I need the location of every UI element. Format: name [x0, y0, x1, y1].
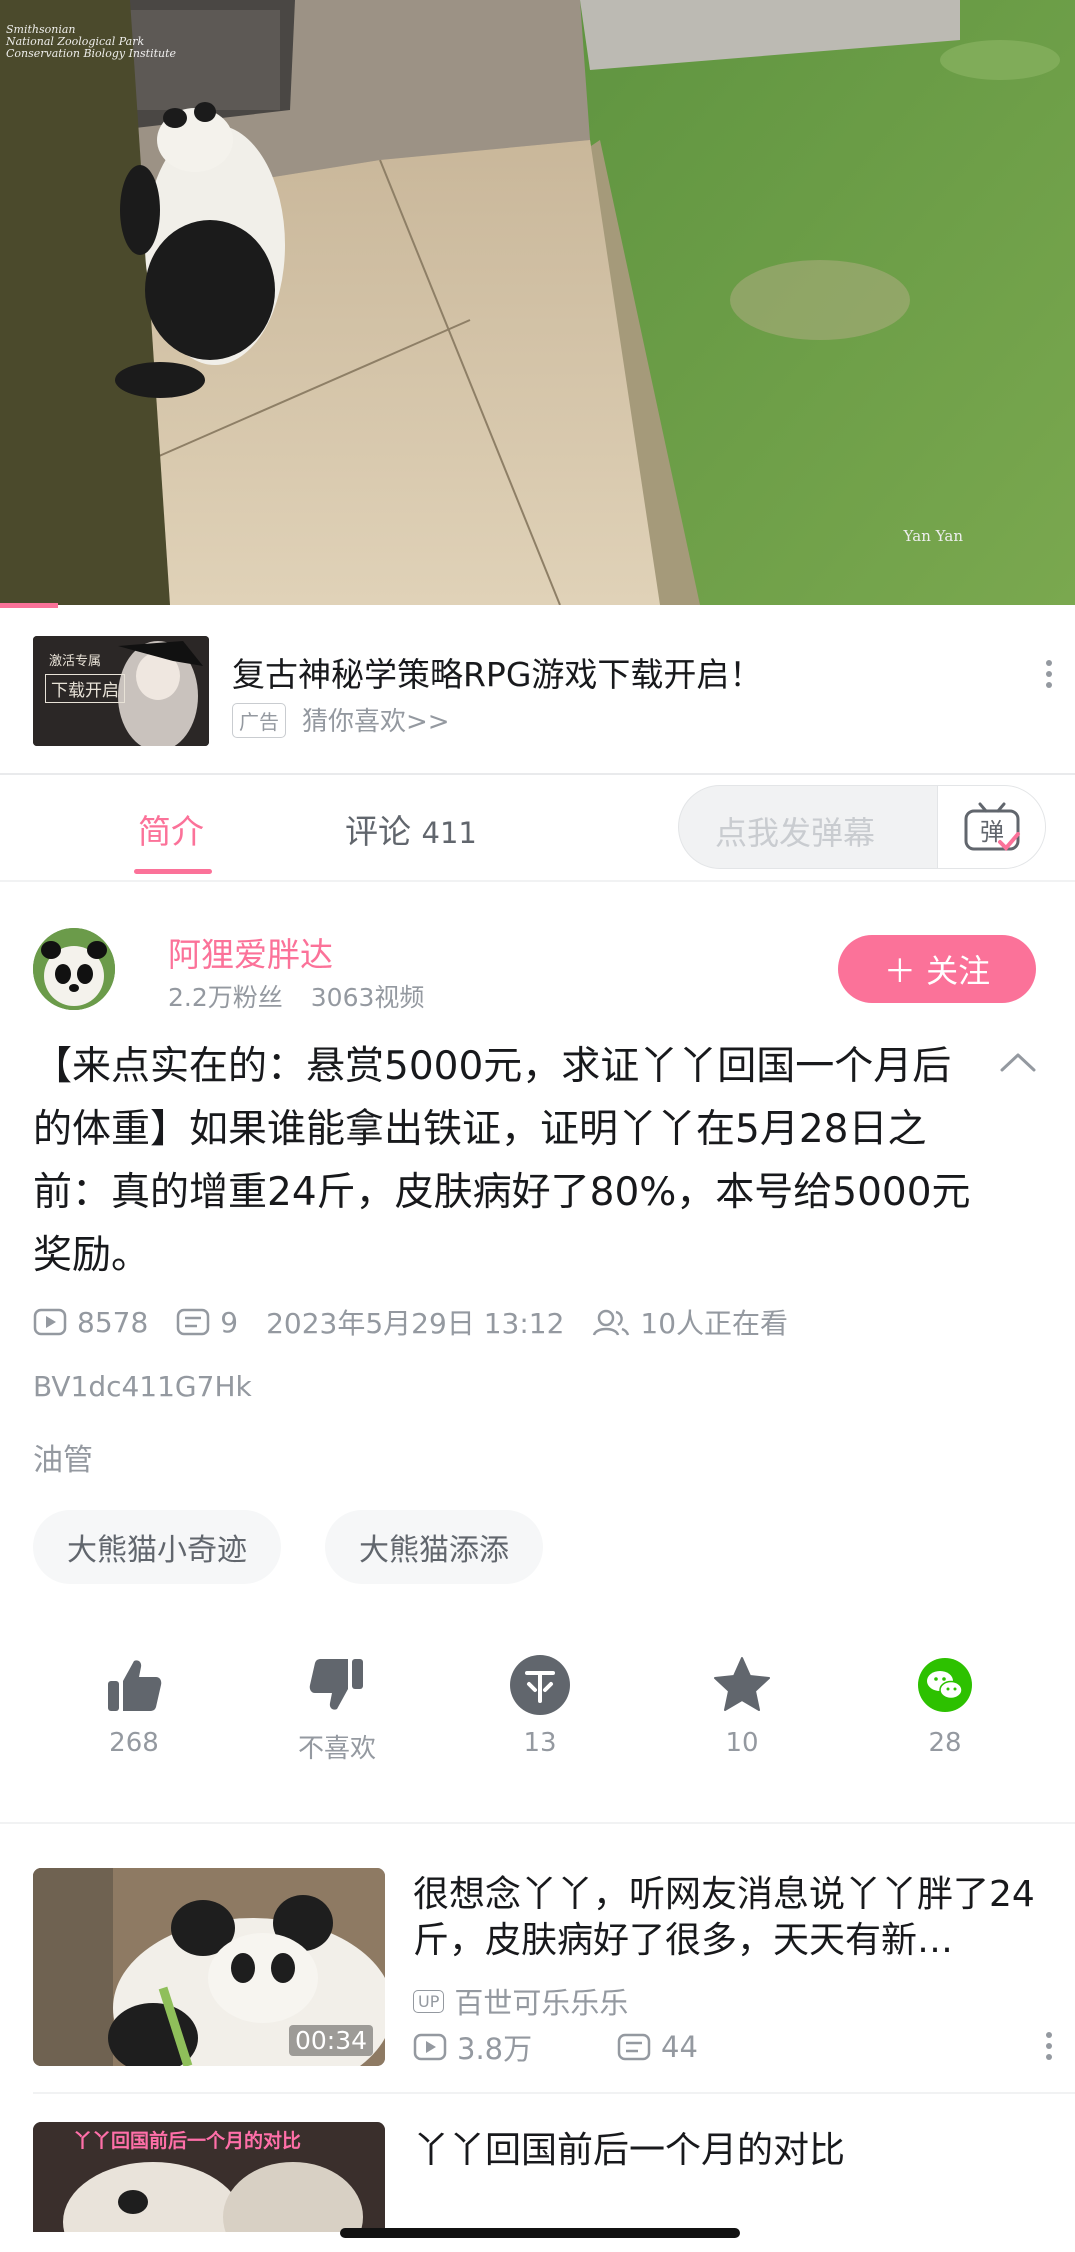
share-button[interactable]: 28 — [875, 1650, 1015, 1758]
zoo-watermark: Smithsonian National Zoological Park Con… — [6, 23, 177, 60]
coin-button[interactable]: 13 — [470, 1650, 610, 1758]
play-count: 8578 — [33, 1306, 148, 1339]
divider — [0, 880, 1075, 882]
divider — [33, 2092, 1075, 2094]
tab-bar: 简介 评论 411 点我发弹幕 弹 — [0, 775, 1075, 880]
danmu-tv-icon: 弹 — [964, 802, 1020, 851]
like-button[interactable]: 268 — [64, 1650, 204, 1758]
dislike-button[interactable]: 不喜欢 — [267, 1650, 407, 1765]
danmu-placeholder: 点我发弹幕 — [715, 814, 876, 852]
play-count-icon — [413, 2033, 447, 2061]
ad-badge: 广告 — [232, 703, 286, 738]
publish-date: 2023年5月29日 13:12 — [266, 1307, 565, 1340]
favorite-button[interactable]: 10 — [672, 1650, 812, 1758]
watching-count: 10人正在看 — [592, 1302, 788, 1342]
coin-icon — [510, 1655, 570, 1715]
tab-intro[interactable]: 简介 — [138, 805, 204, 853]
divider — [0, 1822, 1075, 1824]
uploader-stats: 2.2万粉丝 3063视频 — [168, 978, 452, 1014]
recommended-thumbnail[interactable]: 00:34 — [33, 1868, 385, 2066]
ad-banner[interactable]: 激活专属 下载开启 复古神秘学策略RPG游戏下载开启！ 广告 猜你喜欢>> — [0, 608, 1075, 773]
video-duration: 00:34 — [288, 2025, 373, 2056]
recommended-uploader[interactable]: UP 百世可乐乐乐 — [413, 1980, 628, 2022]
ad-thumbnail[interactable]: 激活专属 下载开启 — [33, 636, 209, 746]
avatar[interactable] — [33, 928, 115, 1010]
tab-comments-label: 评论 — [345, 812, 411, 851]
more-options-icon[interactable] — [1041, 2032, 1057, 2065]
camera-label: Yan Yan — [903, 527, 963, 545]
tag-chip[interactable]: 大熊猫添添 — [325, 1510, 543, 1584]
up-badge-icon: UP — [413, 1989, 445, 2013]
danmaku-count: 9 — [176, 1306, 238, 1339]
tab-indicator — [134, 869, 212, 874]
ad-guess-link[interactable]: 猜你喜欢>> — [302, 701, 450, 738]
recommended-thumbnail[interactable]: 丫丫回国前后一个月的对比 — [33, 2122, 385, 2232]
ad-title[interactable]: 复古神秘学策略RPG游戏下载开启！ — [232, 648, 762, 696]
danmu-toggle-button[interactable]: 弹 — [937, 786, 1045, 868]
home-indicator[interactable] — [340, 2228, 740, 2238]
danmu-input[interactable]: 点我发弹幕 弹 — [678, 785, 1046, 869]
uploader-fans: 2.2万粉丝 — [168, 983, 283, 1012]
video-player[interactable]: Smithsonian National Zoological Park Con… — [0, 0, 1075, 605]
tab-comments[interactable]: 评论 411 — [345, 805, 477, 853]
video-title: 【来点实在的：悬赏5000元，求证丫丫回国一个月后的体重】如果谁能拿出铁证，证明… — [33, 1044, 971, 1278]
ad-thumb-text: 下载开启 — [45, 674, 125, 703]
thumbs-up-icon — [108, 1660, 162, 1711]
video-source: 油管 — [33, 1443, 93, 1478]
recommended-title[interactable]: 丫丫回国前后一个月的对比 — [413, 2128, 1043, 2174]
uploader-name[interactable]: 阿狸爱胖达 — [168, 928, 333, 976]
action-bar: 268 不喜欢 13 10 28 — [0, 1650, 1075, 1770]
play-count-icon — [33, 1308, 67, 1336]
wechat-icon — [918, 1658, 972, 1712]
tag-chip[interactable]: 大熊猫小奇迹 — [33, 1510, 281, 1584]
ad-thumb-small: 激活专属 — [49, 654, 102, 669]
recommended-title[interactable]: 很想念丫丫，听网友消息说丫丫胖了24斤，皮肤病好了很多，天天有新… — [413, 1872, 1043, 1964]
video-frame — [0, 0, 1075, 605]
danmaku-icon — [177, 1308, 210, 1336]
recommended-stats: 3.8万 44 — [413, 2026, 698, 2068]
more-options-icon[interactable] — [1041, 660, 1057, 693]
bv-id: BV1dc411G7Hk — [33, 1370, 252, 1403]
danmaku-icon — [617, 2033, 651, 2061]
chevron-up-icon[interactable] — [998, 1050, 1038, 1074]
video-meta: 8578 9 2023年5月29日 13:12 10人正在看 — [33, 1302, 816, 1342]
star-icon — [714, 1657, 770, 1711]
thumb-caption: 丫丫回国前后一个月的对比 — [73, 2130, 302, 2152]
thumbs-down-icon — [309, 1659, 363, 1710]
uploader-videos: 3063视频 — [310, 983, 425, 1012]
tab-comments-count: 411 — [421, 816, 477, 850]
follow-button[interactable]: ＋ 关注 — [838, 935, 1036, 1003]
people-icon — [593, 1309, 630, 1336]
